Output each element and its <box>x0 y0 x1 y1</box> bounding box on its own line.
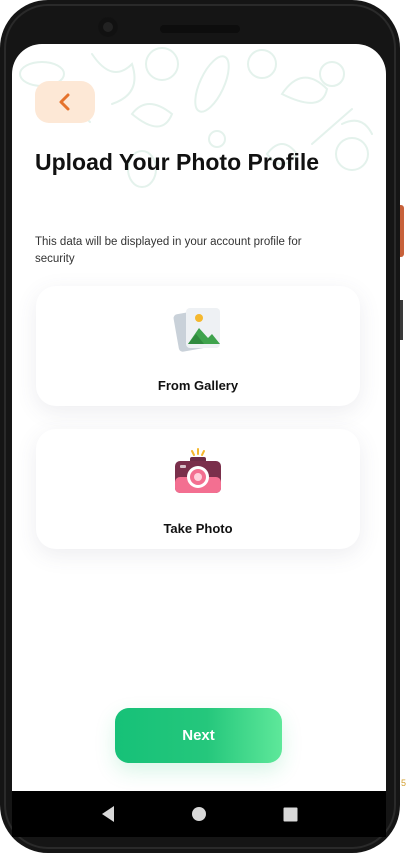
page-subtitle: This data will be displayed in your acco… <box>35 236 302 265</box>
power-button <box>400 205 404 257</box>
system-nav-bar <box>12 791 386 837</box>
nav-back-button[interactable] <box>93 799 123 829</box>
triangle-back-icon <box>101 806 114 822</box>
next-button[interactable]: Next <box>115 708 282 763</box>
square-recents-icon <box>283 807 298 821</box>
front-camera <box>98 17 118 37</box>
circle-home-icon <box>191 807 206 821</box>
take-photo-label: Take Photo <box>163 521 233 536</box>
volume-button <box>400 300 403 340</box>
page-title: Upload Your Photo Profile <box>35 149 320 175</box>
edge-text: 5 <box>400 778 406 788</box>
back-button[interactable] <box>35 81 95 123</box>
nav-recents-button[interactable] <box>275 799 305 829</box>
earpiece-speaker <box>160 25 240 33</box>
from-gallery-card[interactable]: From Gallery <box>36 286 360 406</box>
gallery-icon <box>173 308 220 352</box>
chevron-left-icon <box>59 93 70 111</box>
app-screen: Upload Your Photo Profile This data will… <box>12 44 386 791</box>
phone-frame: Upload Your Photo Profile This data will… <box>0 0 404 853</box>
nav-home-button[interactable] <box>184 799 214 829</box>
camera-icon <box>175 448 221 493</box>
from-gallery-label: From Gallery <box>157 378 239 393</box>
take-photo-card[interactable]: Take Photo <box>36 429 360 549</box>
